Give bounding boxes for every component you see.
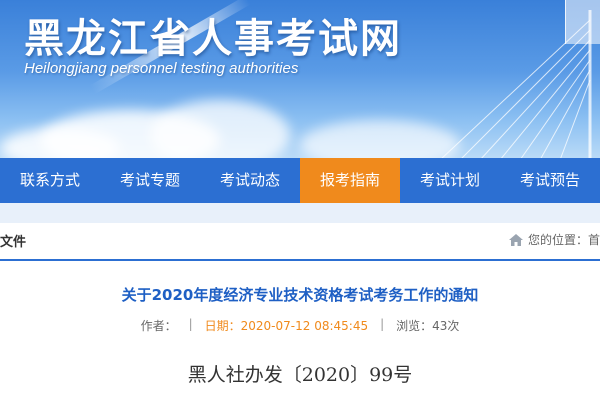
views-label: 浏览：	[396, 319, 433, 333]
location-text: 您的位置：首	[527, 233, 600, 247]
date-label: 日期：	[204, 319, 241, 333]
article-meta: 作者： | 日期：2020-07-12 08:45:45 | 浏览：43次	[0, 317, 600, 334]
article-title: 关于2020年度经济专业技术资格考试考务工作的通知	[121, 286, 479, 304]
nav-item-exam-plan[interactable]: 考试计划	[400, 158, 500, 203]
nav-item-contact[interactable]: 联系方式	[0, 158, 100, 203]
location-indicator: 您的位置：首	[508, 231, 600, 248]
breadcrumb: 文件 您的位置：首	[0, 223, 600, 261]
nav-item-exam-topics[interactable]: 考试专题	[100, 158, 200, 203]
site-subtitle: Heilongjiang personnel testing authoriti…	[24, 60, 299, 77]
date-info: 日期：2020-07-12 08:45:45	[205, 317, 368, 334]
header-banner: 黑龙江省人事考试网 Heilongjiang personnel testing…	[0, 0, 600, 160]
meta-separator: |	[188, 317, 193, 331]
cloud-decoration	[150, 100, 290, 160]
nav-shadow-strip	[0, 203, 600, 223]
nav-item-exam-news[interactable]: 考试动态	[200, 158, 300, 203]
meta-separator: |	[380, 317, 385, 331]
corner-decoration	[565, 0, 600, 44]
nav-item-exam-preview[interactable]: 考试预告	[500, 158, 600, 203]
home-icon[interactable]	[508, 233, 524, 247]
document-number: 黑人社办发〔2020〕99号	[187, 364, 413, 386]
views-info: 浏览：43次	[396, 317, 459, 334]
views-value: 43次	[432, 319, 460, 333]
nav-item-registration-guide[interactable]: 报考指南	[300, 158, 400, 203]
date-value: 2020-07-12 08:45:45	[240, 319, 369, 333]
section-label: 文件	[0, 235, 27, 250]
author-label: 作者：	[140, 319, 177, 333]
site-title: 黑龙江省人事考试网	[24, 16, 402, 62]
main-nav: 联系方式 考试专题 考试动态 报考指南 考试计划 考试预告	[0, 158, 600, 203]
